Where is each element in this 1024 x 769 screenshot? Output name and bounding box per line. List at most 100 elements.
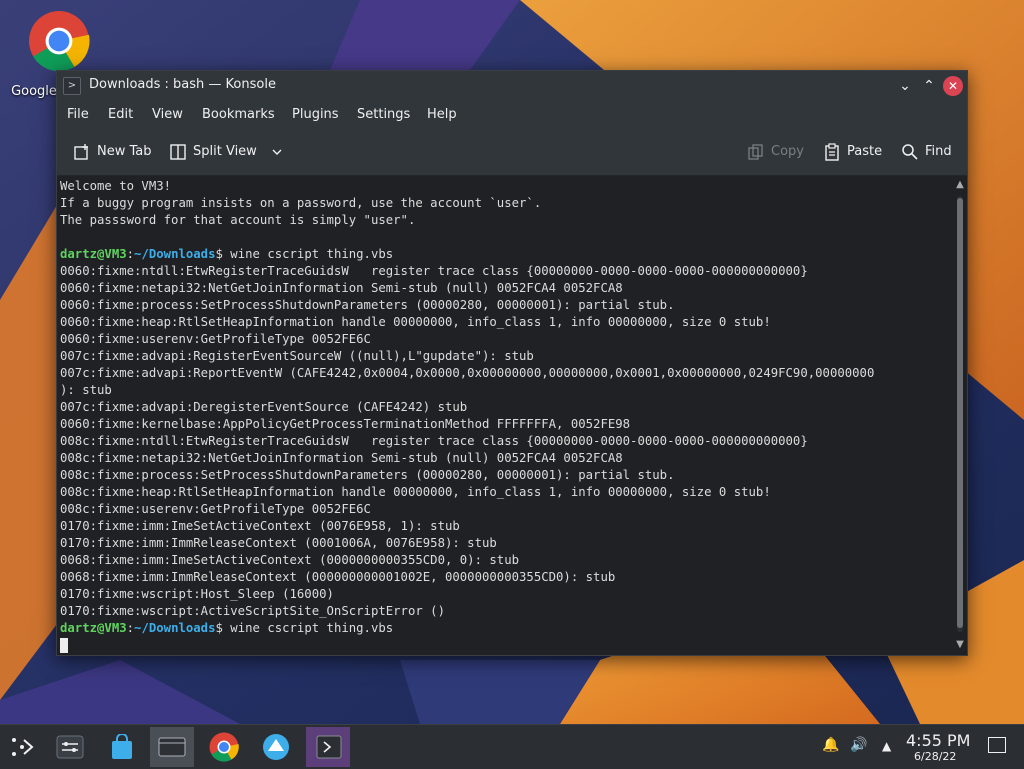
chrome-icon — [209, 732, 239, 762]
taskbar-konsole[interactable] — [306, 727, 350, 767]
new-tab-label: New Tab — [97, 144, 152, 159]
terminal-line: 0060:fixme:heap:RtlSetHeapInformation ha… — [60, 315, 771, 329]
command-output: 0060:fixme:ntdll:EtwRegisterTraceGuidsW … — [60, 263, 950, 620]
main-toolbar: New Tab Split View Copy Paste Find — [57, 129, 967, 176]
scroll-up-arrow-icon[interactable]: ▲ — [953, 178, 967, 192]
scroll-down-arrow-icon[interactable]: ▼ — [953, 638, 967, 652]
menu-view[interactable]: View — [152, 107, 183, 122]
terminal-line: The passsword for that account is simply… — [60, 213, 416, 227]
browser-globe-icon — [263, 734, 289, 760]
search-icon — [902, 143, 918, 160]
new-tab-icon — [74, 143, 88, 160]
terminal-line: 008c:fixme:ntdll:EtwRegisterTraceGuidsW … — [60, 434, 808, 448]
terminal-input-line[interactable] — [60, 637, 950, 654]
new-tab-button[interactable]: New Tab — [73, 141, 152, 163]
terminal-output: Welcome to VM3! If a buggy program insis… — [60, 178, 950, 654]
show-desktop-icon[interactable] — [988, 737, 1006, 753]
taskbar: 🔔 🔊 ▲ 4:55 PM 6/28/22 — [0, 724, 1024, 769]
prompt-symbol: $ — [215, 621, 231, 635]
terminal-line: 0170:fixme:imm:ImeSetActiveContext (0076… — [60, 519, 460, 533]
menu-file[interactable]: File — [67, 107, 89, 122]
copy-label: Copy — [771, 144, 804, 159]
launcher-icon — [12, 738, 34, 756]
application-launcher-button[interactable] — [0, 727, 44, 767]
taskbar-discover[interactable] — [100, 727, 144, 767]
window-title: Downloads : bash — Konsole — [89, 77, 276, 92]
terminal-line: 0170:fixme:imm:ImmReleaseContext (000100… — [60, 536, 497, 550]
paste-label: Paste — [847, 144, 883, 159]
terminal-line: 0060:fixme:process:SetProcessShutdownPar… — [60, 298, 675, 312]
find-button[interactable]: Find — [901, 141, 952, 163]
terminal-line: 0060:fixme:userenv:GetProfileType 0052FE… — [60, 332, 371, 346]
terminal-line: 008c:fixme:netapi32:NetGetJoinInformatio… — [60, 451, 623, 465]
split-view-icon — [170, 143, 186, 160]
terminal-line: 007c:fixme:advapi:ReportEventW (CAFE4242… — [60, 366, 875, 380]
minimize-button[interactable]: ⌄ — [895, 76, 915, 96]
terminal-line: 0170:fixme:wscript:ActiveScriptSite_OnSc… — [60, 604, 445, 618]
command-text: wine cscript thing.vbs — [230, 247, 394, 261]
prompt-user: dartz@VM3 — [60, 621, 127, 635]
prompt-separator: : — [126, 621, 135, 635]
desktop-icon-label: Google — [11, 84, 57, 99]
terminal-line: 008c:fixme:userenv:GetProfileType 0052FE… — [60, 502, 371, 516]
maximize-button[interactable]: ⌃ — [919, 76, 939, 96]
terminal-scrollbar[interactable]: ▲ ▼ — [953, 176, 967, 654]
window-titlebar[interactable]: > Downloads : bash — Konsole ⌄ ⌃ ✕ — [57, 71, 967, 101]
terminal-icon — [316, 735, 342, 759]
terminal-prompt-line: dartz@VM3:~/Downloads$ wine cscript thin… — [60, 246, 950, 263]
terminal-line: 0068:fixme:imm:ImeSetActiveContext (0000… — [60, 553, 520, 567]
terminal-line: 0170:fixme:wscript:Host_Sleep (16000) — [60, 587, 334, 601]
terminal-line: 007c:fixme:advapi:RegisterEventSourceW (… — [60, 349, 534, 363]
konsole-window: > Downloads : bash — Konsole ⌄ ⌃ ✕ File … — [56, 70, 968, 656]
copy-icon — [748, 143, 763, 160]
prompt-user: dartz@VM3 — [60, 247, 127, 261]
menu-edit[interactable]: Edit — [108, 107, 133, 122]
paste-button[interactable]: Paste — [823, 141, 882, 163]
terminal-line: ): stub — [60, 383, 112, 397]
prompt-symbol: $ — [215, 247, 231, 261]
menu-plugins[interactable]: Plugins — [292, 107, 339, 122]
command-text: wine cscript thing.vbs — [230, 621, 394, 635]
terminal-line: Welcome to VM3! — [60, 179, 172, 193]
menubar: File Edit View Bookmarks Plugins Setting… — [57, 101, 967, 129]
menu-settings[interactable]: Settings — [357, 107, 410, 122]
menu-bookmarks[interactable]: Bookmarks — [202, 107, 275, 122]
store-bag-icon — [112, 734, 132, 759]
paste-icon — [825, 142, 839, 161]
prompt-path: ~/Downloads — [134, 247, 216, 261]
split-view-label: Split View — [193, 144, 257, 159]
terminal-line: 007c:fixme:advapi:DeregisterEventSource … — [60, 400, 468, 414]
konsole-app-icon: > — [63, 77, 81, 95]
terminal-line: 0060:fixme:netapi32:NetGetJoinInformatio… — [60, 281, 623, 295]
scroll-thumb[interactable] — [957, 198, 963, 628]
chevron-down-icon[interactable] — [271, 146, 283, 158]
taskbar-system-settings[interactable] — [48, 727, 92, 767]
taskbar-file-manager[interactable] — [150, 727, 194, 767]
system-tray-expand-icon[interactable]: ▲ — [882, 739, 891, 753]
taskbar-web-browser[interactable] — [254, 727, 298, 767]
text-cursor — [60, 638, 68, 653]
terminal-line: 008c:fixme:heap:RtlSetHeapInformation ha… — [60, 485, 771, 499]
notifications-bell-icon[interactable]: 🔔 — [822, 737, 839, 753]
taskbar-chrome[interactable] — [202, 727, 246, 767]
prompt-separator: : — [126, 247, 135, 261]
terminal-line: 008c:fixme:process:SetProcessShutdownPar… — [60, 468, 675, 482]
find-label: Find — [925, 144, 952, 159]
split-view-button[interactable]: Split View — [169, 141, 283, 163]
copy-button[interactable]: Copy — [747, 141, 804, 163]
chrome-icon — [29, 11, 90, 72]
terminal-line: 0060:fixme:ntdll:EtwRegisterTraceGuidsW … — [60, 264, 808, 278]
terminal-line: 0068:fixme:imm:ImmReleaseContext (000000… — [60, 570, 616, 584]
prompt-path: ~/Downloads — [134, 621, 216, 635]
terminal-line: 0060:fixme:kernelbase:AppPolicyGetProces… — [60, 417, 631, 431]
folder-icon — [158, 737, 186, 757]
settings-icon — [56, 735, 84, 759]
clock-date[interactable]: 6/28/22 — [914, 750, 956, 763]
terminal-prompt-line: dartz@VM3:~/Downloads$ wine cscript thin… — [60, 620, 950, 637]
terminal-view[interactable]: Welcome to VM3! If a buggy program insis… — [57, 176, 953, 654]
menu-help[interactable]: Help — [427, 107, 457, 122]
volume-icon[interactable]: 🔊 — [850, 737, 867, 753]
close-button[interactable]: ✕ — [943, 76, 963, 96]
clock-time[interactable]: 4:55 PM — [906, 731, 970, 750]
terminal-line: If a buggy program insists on a password… — [60, 196, 542, 210]
